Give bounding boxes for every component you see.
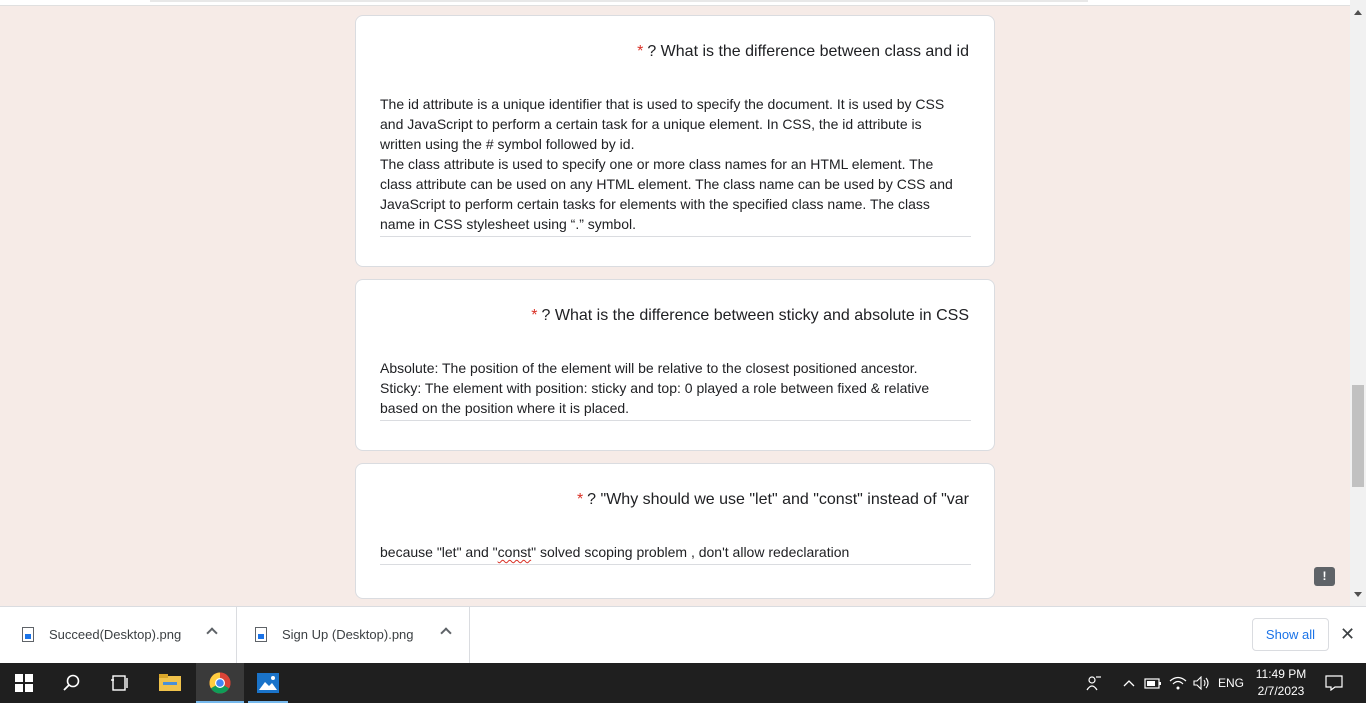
chevron-up-icon[interactable] <box>1118 663 1140 703</box>
spellcheck-word[interactable]: const <box>498 544 531 560</box>
scroll-down-icon[interactable] <box>1354 592 1362 597</box>
answer-field[interactable]: because "let" and "const" solved scoping… <box>380 542 971 565</box>
task-view-icon[interactable] <box>96 663 144 703</box>
file-image-icon <box>22 627 34 642</box>
chevron-up-icon[interactable] <box>206 627 218 639</box>
question-title-text: ? "Why should we use "let" and "const" i… <box>587 491 969 508</box>
answer-text: " solved scoping problem , don't allow r… <box>531 544 850 560</box>
download-filename: Sign Up (Desktop).png <box>282 627 414 642</box>
file-image-icon <box>255 627 267 642</box>
question-title: *? "Why should we use "let" and "const" … <box>577 491 969 509</box>
form-header-strip <box>0 0 1350 6</box>
answer-line: based on the position where it is placed… <box>380 400 630 416</box>
scroll-thumb[interactable] <box>1352 385 1364 487</box>
clock-time: 11:49 PM <box>1255 667 1307 681</box>
download-item[interactable]: Sign Up (Desktop).png <box>237 607 470 663</box>
download-item[interactable]: Succeed(Desktop).png <box>0 607 237 663</box>
required-asterisk: * <box>637 43 644 60</box>
answer-line: JavaScript to perform certain tasks for … <box>380 196 930 212</box>
question-title-text: ? What is the difference between sticky … <box>541 307 970 324</box>
answer-line: Sticky: The element with position: stick… <box>380 380 930 396</box>
download-filename: Succeed(Desktop).png <box>49 627 182 642</box>
answer-line: The id attribute is a unique identifier … <box>380 96 945 112</box>
question-card-sticky-vs-absolute: *? What is the difference between sticky… <box>355 279 995 451</box>
answer-line: Absolute: The position of the element wi… <box>380 360 918 376</box>
question-card-class-vs-id: *? What is the difference between class … <box>355 15 995 267</box>
downloads-bar: Succeed(Desktop).png Sign Up (Desktop).p… <box>0 606 1366 663</box>
answer-text: because "let" and " <box>380 544 498 560</box>
question-title: *? What is the difference between class … <box>637 43 969 61</box>
chrome-icon[interactable] <box>196 663 244 703</box>
answer-field[interactable]: Absolute: The position of the element wi… <box>380 358 971 421</box>
photos-app-icon[interactable] <box>244 663 292 703</box>
page-scrollbar[interactable] <box>1350 0 1366 606</box>
report-feedback-icon[interactable]: ! <box>1314 567 1335 586</box>
answer-line: written using the # symbol followed by i… <box>380 136 635 152</box>
close-icon[interactable]: ✕ <box>1340 625 1355 643</box>
taskbar: ENG 11:49 PM 2/7/2023 <box>0 663 1366 703</box>
question-title-text: ? What is the difference between class a… <box>647 43 969 60</box>
required-asterisk: * <box>576 491 584 508</box>
volume-icon[interactable] <box>1190 663 1214 703</box>
answer-field[interactable]: The id attribute is a unique identifier … <box>380 94 971 237</box>
answer-line: and JavaScript to perform a certain task… <box>380 116 922 132</box>
search-icon[interactable] <box>48 663 96 703</box>
clock-date: 2/7/2023 <box>1257 684 1305 698</box>
language-indicator[interactable]: ENG <box>1214 663 1248 703</box>
taskbar-clock[interactable]: 11:49 PM 2/7/2023 <box>1250 666 1312 700</box>
show-all-button[interactable]: Show all <box>1252 618 1329 651</box>
notification-icon[interactable] <box>1320 663 1348 703</box>
required-asterisk: * <box>531 307 538 324</box>
answer-line: name in CSS stylesheet using “.” symbol. <box>380 216 636 232</box>
answer-line: because "let" and "const" solved scoping… <box>380 542 971 562</box>
question-card-let-const: *? "Why should we use "let" and "const" … <box>355 463 995 599</box>
windows-start-icon[interactable] <box>0 663 48 703</box>
scroll-up-icon[interactable] <box>1354 10 1362 15</box>
answer-line: The class attribute is used to specify o… <box>380 156 934 172</box>
answer-line: class attribute can be used on any HTML … <box>380 176 953 192</box>
battery-icon[interactable] <box>1142 663 1164 703</box>
question-title: *? What is the difference between sticky… <box>531 307 969 325</box>
file-explorer-icon[interactable] <box>146 663 194 703</box>
form-viewport: *? What is the difference between class … <box>0 0 1350 606</box>
chevron-up-icon[interactable] <box>440 627 452 639</box>
people-icon[interactable] <box>1080 663 1108 703</box>
wifi-icon[interactable] <box>1166 663 1190 703</box>
